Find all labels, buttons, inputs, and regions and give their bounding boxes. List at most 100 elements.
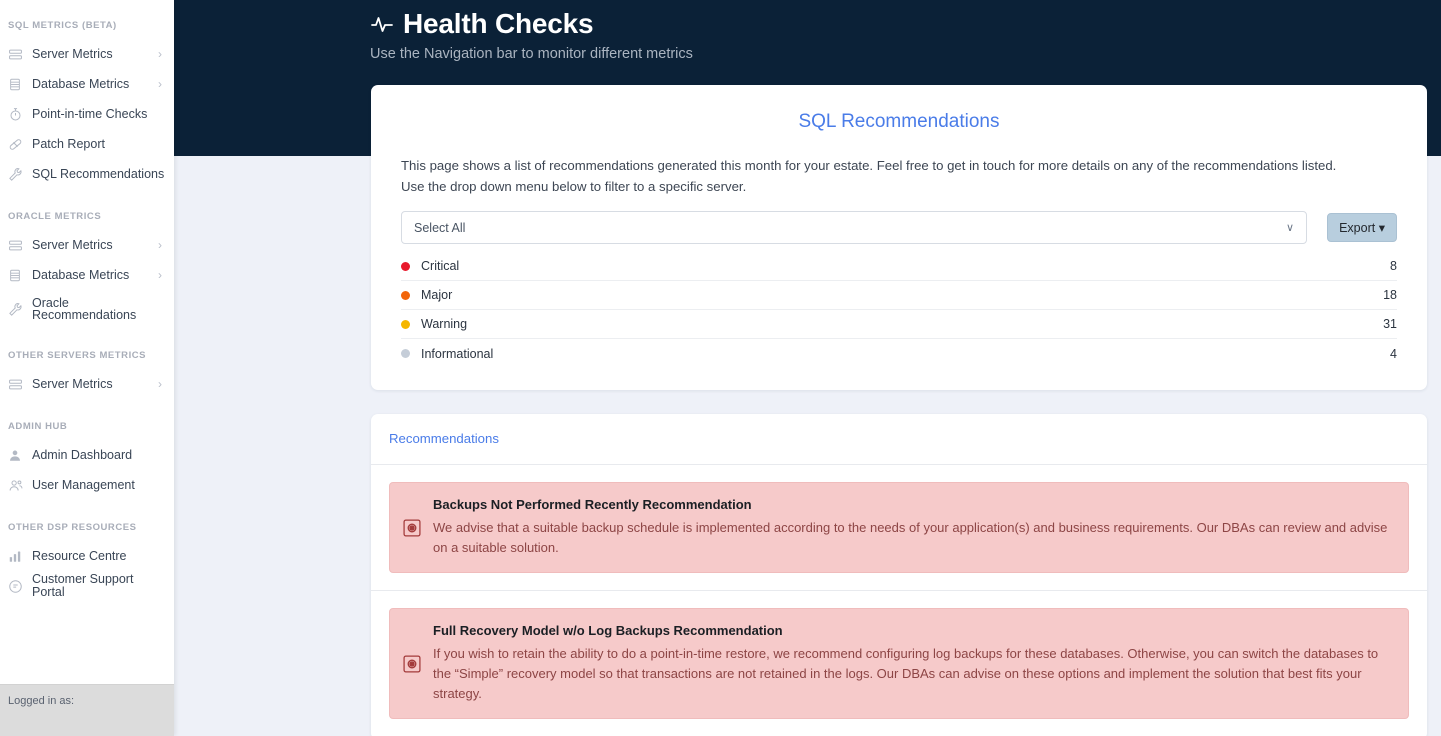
recommendation-row: Full Recovery Model w/o Log Backups Reco… (371, 591, 1427, 736)
severity-count: 31 (1383, 317, 1397, 331)
sidebar-item-label: Database Metrics (32, 76, 130, 91)
sidebar-item-server-metrics[interactable]: Server Metrics › (0, 369, 174, 399)
page-title: Health Checks (370, 8, 1441, 40)
chevron-right-icon: › (158, 268, 162, 282)
severity-critical-icon (402, 518, 422, 538)
sidebar-group-title: ORACLE METRICS (8, 211, 102, 222)
sidebar-item-label: Customer Support Portal (32, 572, 134, 599)
sidebar-item-label: SQL Recommendations (32, 166, 165, 181)
server-icon (8, 237, 26, 253)
card-description-line1: This page shows a list of recommendation… (401, 158, 1337, 173)
recommendation-item[interactable]: Backups Not Performed Recently Recommend… (389, 482, 1409, 573)
recommendation-body: Full Recovery Model w/o Log Backups Reco… (433, 623, 1392, 704)
logged-in-as-label: Logged in as: (8, 695, 75, 707)
sidebar-group-title: OTHER DSP RESOURCES (8, 522, 137, 533)
card-description: This page shows a list of recommendation… (401, 155, 1397, 197)
sidebar-item-server-metrics[interactable]: Server Metrics › (0, 230, 174, 260)
severity-count: 18 (1383, 288, 1397, 302)
users-icon (8, 477, 26, 493)
page-subtitle: Use the Navigation bar to monitor differ… (370, 46, 693, 62)
filter-row: Select All ∨ Export ▾ (401, 211, 1397, 244)
sidebar-item-server-metrics[interactable]: Server Metrics › (0, 39, 174, 69)
severity-dot-icon (401, 290, 410, 300)
server-icon (8, 46, 26, 62)
card-description-line2: Use the drop down menu below to filter t… (401, 179, 747, 194)
chevron-right-icon: › (158, 47, 162, 61)
recommendations-card: Recommendations Backups Not Performed Re… (371, 414, 1427, 736)
severity-dot-icon (401, 319, 410, 329)
sidebar-item-customer-support-portal[interactable]: Customer Support Portal (0, 571, 174, 601)
tab-recommendations[interactable]: Recommendations (389, 431, 499, 446)
page-title-text: Health Checks (403, 8, 594, 39)
server-filter-value: Select All (414, 220, 466, 235)
bar-chart-icon (8, 548, 26, 564)
sidebar-item-label: Server Metrics (32, 46, 113, 61)
sidebar-item-point-in-time-checks[interactable]: Point-in-time Checks (0, 99, 174, 129)
severity-summary-list: Critical 8 Major 18 Warning 31 Informational 4 (401, 252, 1397, 368)
chevron-right-icon: › (158, 377, 162, 391)
sidebar-item-label: User Management (32, 477, 135, 492)
severity-dot-icon (401, 349, 410, 358)
pulse-icon (370, 12, 394, 36)
severity-row[interactable]: Major 18 (401, 281, 1397, 310)
chat-icon (8, 578, 26, 594)
server-icon (8, 376, 26, 392)
severity-label: Major (421, 288, 453, 302)
severity-critical-icon (402, 654, 422, 674)
recommendation-text: If you wish to retain the ability to do … (433, 646, 1379, 701)
wrench-icon (8, 301, 26, 317)
recommendations-card-header: Recommendations (371, 414, 1427, 465)
recommendation-row: Backups Not Performed Recently Recommend… (371, 465, 1427, 591)
user-icon (8, 447, 26, 463)
recommendation-title: Full Recovery Model w/o Log Backups Reco… (433, 623, 783, 638)
recommendations-list: Backups Not Performed Recently Recommend… (371, 465, 1427, 736)
sidebar-item-label: Point-in-time Checks (32, 106, 148, 121)
severity-dot-icon (401, 261, 410, 271)
sidebar-item-label: Server Metrics (32, 376, 113, 391)
severity-row[interactable]: Critical 8 (401, 252, 1397, 281)
severity-row[interactable]: Informational 4 (401, 339, 1397, 368)
severity-label: Critical (421, 259, 460, 273)
recommendation-body: Backups Not Performed Recently Recommend… (433, 497, 1392, 558)
sidebar-item-resource-centre[interactable]: Resource Centre (0, 541, 174, 571)
sidebar-item-sql-recommendations[interactable]: SQL Recommendations (0, 159, 174, 189)
wrench-icon (8, 166, 26, 182)
sidebar-item-patch-report[interactable]: Patch Report (0, 129, 174, 159)
logged-in-as-footer: Logged in as: (0, 684, 174, 736)
sql-recommendations-summary-card: SQL Recommendations This page shows a li… (371, 85, 1427, 390)
severity-count: 4 (1390, 346, 1397, 361)
sidebar-item-database-metrics[interactable]: Database Metrics › (0, 260, 174, 290)
severity-count: 8 (1390, 259, 1397, 273)
export-button[interactable]: Export ▾ (1327, 213, 1397, 242)
sidebar-item-label: Oracle Recommendations (32, 295, 137, 322)
chevron-right-icon: › (158, 238, 162, 252)
server-filter-select[interactable]: Select All ∨ (401, 211, 1308, 244)
card-heading: SQL Recommendations (798, 111, 1000, 132)
sidebar-item-database-metrics[interactable]: Database Metrics › (0, 69, 174, 99)
sidebar-item-oracle-recommendations[interactable]: Oracle Recommendations (0, 290, 174, 328)
sidebar-item-label: Database Metrics (32, 267, 130, 282)
database-icon (8, 267, 26, 283)
sidebar-group-title: OTHER SERVERS METRICS (8, 350, 147, 361)
recommendation-title: Backups Not Performed Recently Recommend… (433, 497, 752, 512)
bandage-icon (8, 136, 26, 152)
sidebar-item-label: Admin Dashboard (32, 447, 133, 462)
sidebar-scroll-area[interactable]: SQL METRICS (BETA) Server Metrics › Databas… (0, 0, 174, 684)
severity-label: Informational (421, 346, 494, 361)
sidebar: SQL METRICS (BETA) Server Metrics › Databas… (0, 0, 174, 736)
chevron-down-icon: ∨ (1286, 222, 1295, 234)
sidebar-group-title: ADMIN HUB (8, 421, 68, 432)
recommendation-text: We advise that a suitable backup schedul… (433, 520, 1388, 555)
main-content: SQL Recommendations This page shows a li… (371, 85, 1427, 736)
sidebar-item-user-management[interactable]: User Management (0, 470, 174, 500)
chevron-right-icon: › (158, 77, 162, 91)
recommendation-item[interactable]: Full Recovery Model w/o Log Backups Reco… (389, 608, 1409, 719)
sidebar-item-label: Patch Report (32, 136, 105, 151)
stopwatch-icon (8, 106, 26, 122)
database-icon (8, 76, 26, 92)
severity-label: Warning (421, 317, 468, 331)
sidebar-group-title: SQL METRICS (BETA) (8, 20, 117, 31)
sidebar-item-admin-dashboard[interactable]: Admin Dashboard (0, 440, 174, 470)
severity-row[interactable]: Warning 31 (401, 310, 1397, 339)
sidebar-item-label: Server Metrics (32, 237, 113, 252)
